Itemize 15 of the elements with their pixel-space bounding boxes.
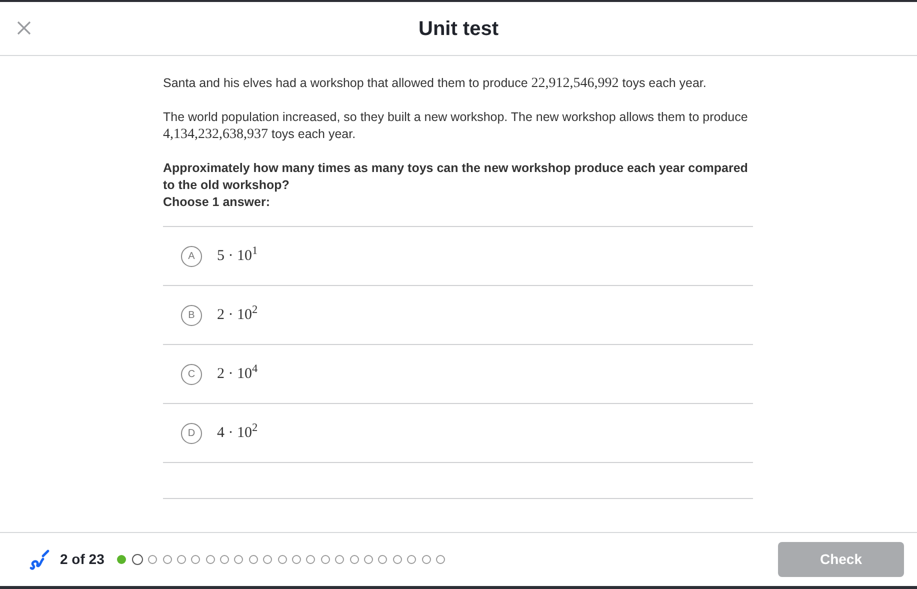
choice-letter: D — [181, 422, 202, 444]
choice-answer: 2 · 10$^{4}$ — [217, 366, 258, 382]
question-paragraph: The world population increased, so they built a new workshop. The new workshop allows them to produce 4,134,232,638,937 toys each year. — [163, 109, 749, 143]
choice-letter: C — [181, 364, 202, 384]
progress-count: 2 of 23 — [60, 550, 104, 569]
choice-answer: 4 · 10$^{2}$ — [217, 424, 258, 442]
answer-instruction: Choose 1 answer: — [163, 194, 271, 211]
choice-letter: B — [181, 304, 202, 326]
window-title: Unit test — [418, 16, 498, 42]
question-paragraph: Santa and his elves had a workshop that allowed them to produce 22,912,546,992 toys each year. — [163, 75, 708, 92]
choice-answer: 5 · 10$^{1}$ — [217, 248, 258, 264]
choice-answer: 2 · 10$^{2}$ — [217, 306, 258, 324]
choice-letter: A — [181, 246, 202, 266]
close-icon — [17, 21, 31, 35]
question-prompt: Approximately how many times as many toys can the new workshop produce each year compared to the old workshop? — [163, 160, 749, 194]
